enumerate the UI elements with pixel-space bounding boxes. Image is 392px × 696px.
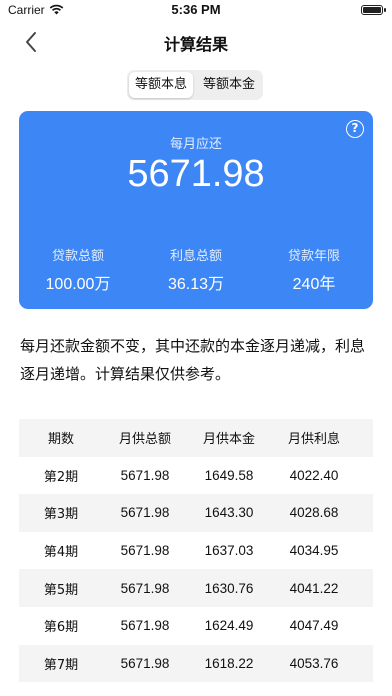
principal-cell: 1637.03 xyxy=(204,543,254,559)
principal-cell: 1618.22 xyxy=(204,655,254,671)
status-bar: Carrier 5:36 PM xyxy=(0,0,392,22)
repayment-method-segmented-control: 等额本息 等额本金 xyxy=(127,70,263,100)
total-cell: 5671.98 xyxy=(120,580,170,596)
monthly-payment-amount: 5671.98 xyxy=(127,153,265,195)
period-cell: 第2期 xyxy=(43,469,79,485)
total-cell: 5671.98 xyxy=(120,655,170,671)
column-header: 月供本金 xyxy=(202,432,255,448)
table-row: 第3期 5671.98 1643.30 4028.68 xyxy=(19,494,373,532)
summary-card: ? 每月应还 5671.98 贷款总额 100.00万 利息总额 36.13万 … xyxy=(19,111,373,309)
stat-label: 贷款总额 xyxy=(51,249,104,264)
page-title: 计算结果 xyxy=(163,35,228,54)
stat-value: 240年 xyxy=(292,276,336,293)
interest-cell: 4034.95 xyxy=(289,543,339,559)
table-row: 第2期 5671.98 1649.58 4022.40 xyxy=(19,456,373,495)
interest-cell: 4041.22 xyxy=(289,580,339,596)
total-cell: 5671.98 xyxy=(120,618,170,634)
principal-cell: 1630.76 xyxy=(204,580,254,596)
period-cell: 第4期 xyxy=(43,545,79,561)
stat-label: 利息总额 xyxy=(169,249,222,264)
interest-cell: 4028.68 xyxy=(289,505,339,521)
interest-cell: 4022.40 xyxy=(289,467,339,483)
column-header: 月供总额 xyxy=(118,432,171,448)
period-cell: 第7期 xyxy=(43,657,79,673)
navigation-bar: 计算结果 xyxy=(0,22,392,62)
explanation-note: 每月还款金额不变，其中还款的本金逐月递减，利息逐月递增。计算结果仅供参考。 xyxy=(20,337,366,383)
interest-cell: 4047.49 xyxy=(289,618,339,634)
table-row: 第7期 5671.98 1618.22 4053.76 xyxy=(19,644,373,683)
table-row: 第5期 5671.98 1630.76 4041.22 xyxy=(19,569,373,607)
column-header: 月供利息 xyxy=(287,432,340,448)
table-row: 第4期 5671.98 1637.03 4034.95 xyxy=(19,531,373,570)
total-cell: 5671.98 xyxy=(120,467,170,483)
stat-label: 贷款年限 xyxy=(287,249,340,264)
total-cell: 5671.98 xyxy=(120,505,170,521)
monthly-payment-label: 每月应还 xyxy=(169,137,222,152)
period-cell: 第5期 xyxy=(43,582,79,598)
stat-value: 36.13万 xyxy=(167,276,225,293)
stat-loan-total: 贷款总额 100.00万 xyxy=(19,245,137,294)
column-header: 期数 xyxy=(47,432,74,448)
battery-icon xyxy=(361,5,386,15)
segment-equal-installment[interactable]: 等额本息 xyxy=(129,72,193,98)
stat-loan-term: 贷款年限 240年 xyxy=(255,245,373,294)
total-cell: 5671.98 xyxy=(120,543,170,559)
principal-cell: 1624.49 xyxy=(204,618,254,634)
principal-cell: 1643.30 xyxy=(204,505,254,521)
principal-cell: 1649.58 xyxy=(204,467,254,483)
stat-interest-total: 利息总额 36.13万 xyxy=(137,245,255,294)
clock: 5:36 PM xyxy=(171,2,221,17)
period-cell: 第3期 xyxy=(43,507,79,523)
stat-value: 100.00万 xyxy=(45,276,111,293)
repayment-schedule-table: 期数 月供总额 月供本金 月供利息 第2期 5671.98 1649.58 40… xyxy=(19,419,373,683)
segment-equal-principal[interactable]: 等额本金 xyxy=(197,72,261,98)
table-row: 第6期 5671.98 1624.49 4047.49 xyxy=(19,606,373,645)
interest-cell: 4053.76 xyxy=(289,655,339,671)
table-header-row: 期数 月供总额 月供本金 月供利息 xyxy=(19,419,373,457)
period-cell: 第6期 xyxy=(43,620,79,636)
